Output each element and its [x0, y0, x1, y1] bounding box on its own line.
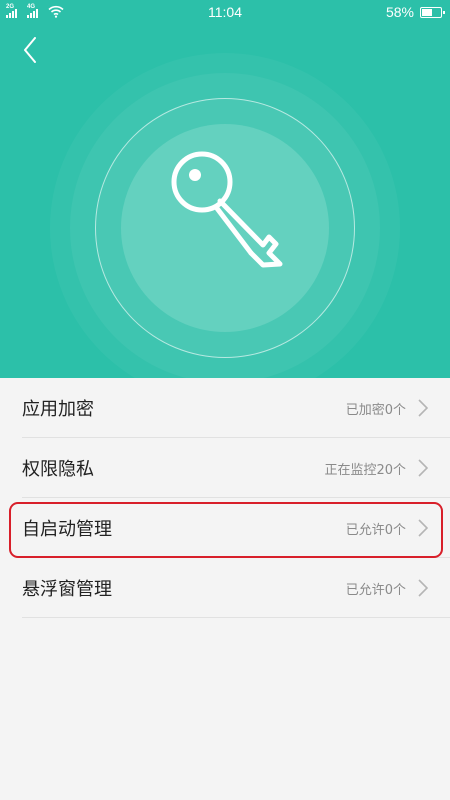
menu-item-permission-privacy[interactable]: 权限隐私 正在监控20个: [0, 438, 450, 498]
status-bar: 2G 4G 11:04 58%: [0, 0, 450, 24]
battery-percent: 58%: [385, 4, 414, 20]
battery-level: [422, 8, 432, 16]
header-hero: 2G 4G 11:04 58%: [0, 0, 450, 378]
chevron-right-icon: [418, 399, 428, 417]
chevron-left-icon: [24, 37, 36, 63]
chevron-right-icon: [418, 519, 428, 537]
menu-item-label: 权限隐私: [22, 459, 94, 480]
menu-item-app-encryption[interactable]: 应用加密 已加密0个: [0, 378, 450, 438]
menu-item-value: 已允许0个: [345, 522, 406, 538]
menu-item-label: 悬浮窗管理: [22, 579, 112, 600]
status-right: 58%: [385, 4, 445, 20]
menu-item-value: 已加密0个: [345, 402, 406, 418]
menu-item-floating-window-management[interactable]: 悬浮窗管理 已允许0个: [0, 558, 450, 618]
menu-item-value: 已允许0个: [345, 582, 406, 598]
menu-list: 应用加密 已加密0个 权限隐私 正在监控20个 自启动管理 已允许0个 悬浮窗管…: [0, 378, 450, 618]
chevron-right-icon: [418, 579, 428, 597]
menu-item-label: 自启动管理: [22, 519, 112, 540]
battery-icon: [420, 6, 445, 18]
chevron-right-icon: [418, 459, 428, 477]
menu-item-label: 应用加密: [22, 399, 94, 420]
key-icon: [171, 151, 283, 268]
menu-item-autostart-management[interactable]: 自启动管理 已允许0个: [0, 498, 450, 558]
divider: [22, 617, 450, 618]
status-time: 11:04: [208, 4, 242, 20]
back-button[interactable]: [14, 34, 46, 66]
menu-item-value: 正在监控20个: [324, 462, 406, 478]
